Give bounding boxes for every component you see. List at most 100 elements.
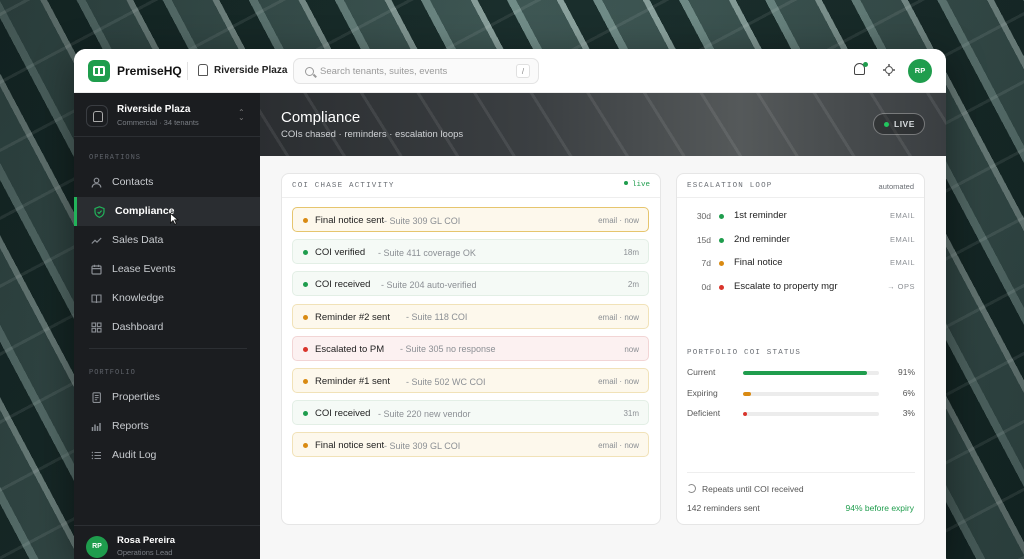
status-dot-icon (303, 218, 308, 223)
sidebar-item-properties[interactable]: Properties (74, 383, 260, 412)
step-channel: EMAIL (889, 234, 915, 244)
document-icon (91, 392, 102, 403)
theme-toggle-sun-icon[interactable] (885, 66, 893, 74)
status-dot-icon (303, 379, 308, 384)
step-channel: EMAIL (889, 211, 915, 220)
activity-time: 31m (623, 409, 639, 419)
status-label: Deficient (687, 408, 721, 418)
activity-detail: - Suite 220 new vendor (378, 408, 471, 419)
activity-row[interactable]: COI verified - Suite 411 coverage OK 18m (292, 239, 649, 265)
status-bar-row: Current 91% (687, 367, 915, 379)
card-header: COI CHASE ACTIVITY live (282, 174, 660, 198)
activity-title: Reminder #1 sent (315, 376, 390, 387)
live-label: LIVE (894, 119, 915, 129)
chevron-updown-icon: ⌃ ⌄ (238, 108, 245, 122)
status-label: Current (687, 367, 716, 377)
progress-fill (743, 371, 867, 375)
card-title: COI CHASE ACTIVITY (292, 182, 395, 190)
user-avatar[interactable]: RP (908, 59, 932, 83)
escalation-loop-card: ESCALATION LOOP automated 30d 1st reminde… (676, 173, 925, 525)
sidebar-item-lease-events[interactable]: Lease Events (74, 255, 260, 284)
activity-row[interactable]: COI received - Suite 204 auto-verified 2m (292, 271, 649, 297)
sidebar-item-reports[interactable]: Reports (74, 412, 260, 441)
status-dot-icon (303, 314, 308, 320)
workspace-switcher[interactable]: Riverside Plaza Commercial · 34 tenants … (74, 93, 260, 137)
sidebar-item-label: Dashboard (112, 321, 164, 333)
section-label-operations: OPERATIONS (89, 154, 142, 162)
escalation-step: 7d Final notice EMAIL (687, 257, 915, 271)
step-label: 2nd reminder (734, 233, 790, 245)
progress-track (743, 371, 879, 375)
sidebar-item-label: Knowledge (112, 292, 164, 304)
top-bar: PremiseHQ Riverside Plaza Search tenants… (74, 49, 946, 93)
step-day: 30d (696, 211, 711, 221)
step-dot-icon (719, 284, 724, 290)
activity-row[interactable]: Reminder #1 sent - Suite 502 WC COI email … (292, 368, 649, 393)
current-user[interactable]: RP Rosa Pereira Operations Lead (74, 525, 260, 559)
card-title: ESCALATION LOOP (687, 182, 773, 190)
status-dot-icon (303, 346, 308, 352)
building-icon (198, 64, 208, 76)
user-icon (91, 177, 102, 188)
activity-detail: - Suite 305 no response (400, 344, 496, 355)
sidebar-item-audit-log[interactable]: Audit Log (74, 441, 260, 470)
search-icon (305, 67, 314, 76)
sidebar-item-sales-data[interactable]: Sales Data (74, 226, 260, 255)
sidebar-item-label: Lease Events (112, 263, 176, 275)
activity-row[interactable]: COI received - Suite 220 new vendor 31m (292, 400, 649, 426)
status-bar-row: Deficient 3% (687, 408, 915, 420)
progress-fill (743, 391, 752, 396)
activity-title: COI verified (315, 247, 366, 259)
sidebar-item-dashboard[interactable]: Dashboard (74, 313, 260, 342)
sidebar-item-compliance[interactable]: Compliance (74, 197, 260, 226)
sidebar-item-label: Properties (112, 391, 160, 403)
property-selector[interactable]: Riverside Plaza (214, 65, 287, 76)
activity-title: COI received (315, 279, 371, 291)
live-indicator: live (623, 181, 650, 189)
status-dot-icon (303, 443, 308, 449)
main-content: COI CHASE ACTIVITY live Final notice sen… (260, 156, 946, 559)
activity-time: email · now (598, 441, 639, 451)
sidebar-item-knowledge[interactable]: Knowledge (74, 284, 260, 313)
status-bar-row: Expiring 6% (687, 388, 915, 400)
activity-time: now (624, 344, 639, 354)
page-header: Compliance COIs chased · reminders · esc… (260, 93, 946, 156)
activity-title: Reminder #2 sent (315, 311, 390, 323)
step-dot-icon (719, 214, 724, 219)
repeat-icon (687, 484, 696, 493)
brand-logo-icon[interactable] (88, 60, 110, 82)
sidebar-item-contacts[interactable]: Contacts (74, 168, 260, 197)
divider (687, 472, 915, 473)
activity-time: 18m (623, 248, 639, 258)
sidebar-item-label: Compliance (115, 205, 175, 217)
progress-track (743, 412, 879, 416)
workspace-subtitle: Commercial · 34 tenants (117, 118, 199, 127)
status-percent: 3% (902, 408, 915, 418)
activity-detail: - Suite 502 WC COI (406, 376, 486, 387)
step-day: 15d (696, 234, 711, 245)
trend-icon (91, 235, 102, 246)
avatar: RP (86, 536, 108, 558)
activity-detail: - Suite 204 auto-verified (381, 279, 477, 290)
activity-title: Escalated to PM (315, 343, 385, 355)
live-dot-icon (623, 181, 628, 185)
activity-row[interactable]: Reminder #2 sent - Suite 118 COI email · n… (292, 303, 649, 329)
activity-row[interactable]: Escalated to PM - Suite 305 no response no… (292, 335, 649, 361)
sidebar-item-label: Audit Log (112, 449, 157, 461)
status-dot-icon (303, 411, 308, 417)
reminders-sent-count: 142 reminders sent (687, 503, 760, 513)
activity-time: email · now (598, 312, 639, 322)
activity-detail: - Suite 411 coverage OK (378, 247, 476, 258)
divider (187, 62, 188, 80)
activity-title: Final notice sent (315, 215, 385, 226)
step-channel: EMAIL (889, 258, 915, 267)
activity-time: email · now (598, 377, 639, 386)
activity-row[interactable]: Final notice sent - Suite 309 GL COI email… (292, 432, 649, 458)
search-input[interactable]: Search tenants, suites, events / (293, 58, 539, 84)
card-header: ESCALATION LOOP automated (677, 174, 924, 198)
status-label: Expiring (687, 387, 718, 398)
user-role: Operations Lead (117, 548, 173, 557)
activity-time: 2m (627, 280, 639, 290)
activity-row[interactable]: Final notice sent - Suite 309 GL COI email… (292, 207, 649, 232)
step-channel: → OPS (887, 281, 915, 291)
